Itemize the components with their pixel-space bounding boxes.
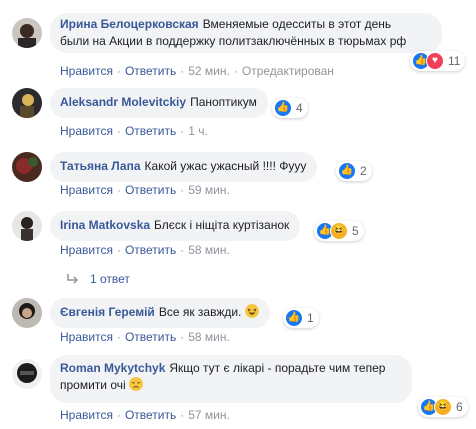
comment-bubble: Aleksandr Molevitckiy Паноптикум: [50, 88, 268, 118]
laughing-emoji: [244, 304, 259, 318]
separator: ·: [233, 64, 238, 78]
haha-icon: 😆: [434, 398, 452, 416]
reaction-summary[interactable]: 👍 2: [336, 161, 372, 181]
like-link[interactable]: Нравится: [60, 408, 113, 422]
comment-actions: Нравится · Ответить · 59 мин.: [60, 183, 230, 197]
comment-bubble: Ирина Белоцерковская Вменяемые одесситы в…: [50, 13, 442, 53]
reaction-count: 6: [456, 400, 463, 414]
separator: ·: [116, 408, 121, 422]
reaction-summary[interactable]: 👍 1: [283, 308, 319, 328]
comment-author[interactable]: Roman Mykytchyk: [60, 361, 165, 375]
reaction-count: 5: [352, 224, 359, 238]
avatar[interactable]: [12, 298, 42, 328]
comment-actions: Нравится · Ответить · 58 мин.: [60, 243, 230, 257]
reaction-count: 11: [448, 54, 461, 68]
comment-actions: Нравится · Ответить · 58 мин.: [60, 330, 230, 344]
comment-actions: Нравится · Ответить · 1 ч.: [60, 124, 208, 138]
separator: ·: [180, 330, 185, 344]
reaction-summary[interactable]: 👍 4: [272, 98, 308, 118]
separator: ·: [180, 243, 185, 257]
like-link[interactable]: Нравится: [60, 243, 113, 257]
timestamp[interactable]: 52 мин.: [188, 64, 230, 78]
disappointed-emoji: [129, 377, 144, 391]
comment-text-line2: были на Акции в поддержку политзаключённ…: [60, 34, 407, 48]
like-icon: 👍: [274, 99, 292, 117]
reaction-summary[interactable]: 👍 😆 6: [418, 397, 468, 417]
like-link[interactable]: Нравится: [60, 64, 113, 78]
reply-link[interactable]: Ответить: [125, 408, 176, 422]
like-link[interactable]: Нравится: [60, 124, 113, 138]
reaction-count: 1: [307, 311, 314, 325]
haha-icon: 😆: [330, 222, 348, 240]
timestamp[interactable]: 58 мин.: [188, 243, 230, 257]
avatar-image: [12, 18, 42, 48]
view-replies-link[interactable]: 1 ответ: [66, 272, 130, 286]
comment-text: Все як завжди.: [158, 305, 242, 319]
comment-text: Паноптикум: [190, 95, 257, 109]
comment-text: Вменяемые одесситы в этот день: [202, 17, 392, 31]
separator: ·: [180, 183, 185, 197]
separator: ·: [116, 64, 121, 78]
comment-text: Какой ужас ужасный !!!! Фууу: [144, 159, 307, 173]
timestamp[interactable]: 58 мин.: [188, 330, 230, 344]
avatar-image: [12, 88, 42, 118]
reaction-count: 4: [296, 101, 303, 115]
comment-author[interactable]: Ирина Белоцерковская: [60, 17, 199, 31]
comment-text-line2: промити очі: [60, 378, 126, 392]
separator: ·: [180, 408, 185, 422]
avatar-image: [12, 211, 42, 241]
comment-actions: Нравится · Ответить · 57 мин.: [60, 408, 230, 422]
timestamp[interactable]: 1 ч.: [188, 124, 208, 138]
reply-link[interactable]: Ответить: [125, 330, 176, 344]
reaction-count: 2: [360, 164, 367, 178]
reply-link[interactable]: Ответить: [125, 124, 176, 138]
avatar-image: [12, 152, 42, 182]
separator: ·: [180, 64, 185, 78]
edited-label[interactable]: Отредактирован: [242, 64, 334, 78]
like-link[interactable]: Нравится: [60, 330, 113, 344]
love-icon: ♥: [426, 52, 444, 70]
reply-link[interactable]: Ответить: [125, 243, 176, 257]
separator: ·: [116, 243, 121, 257]
avatar-image: [12, 359, 42, 389]
comment-bubble: Татьяна Лапа Какой ужас ужасный !!!! Фууу: [50, 152, 318, 182]
comment-bubble: Roman Mykytchyk Якщо тут є лікарі - порад…: [50, 355, 412, 403]
reply-link[interactable]: Ответить: [125, 183, 176, 197]
timestamp[interactable]: 57 мин.: [188, 408, 230, 422]
separator: ·: [116, 330, 121, 344]
comment-bubble: Євгенія Геремій Все як завжди.: [50, 298, 270, 328]
comment-author[interactable]: Татьяна Лапа: [60, 159, 141, 173]
avatar[interactable]: [12, 211, 42, 241]
separator: ·: [116, 183, 121, 197]
separator: ·: [116, 124, 121, 138]
avatar[interactable]: [12, 88, 42, 118]
comment-bubble: Irina Matkovska Блєск і ніщіта куртізанок: [50, 211, 301, 241]
like-icon: 👍: [285, 309, 303, 327]
separator: ·: [180, 124, 185, 138]
reply-arrow-icon: [67, 274, 79, 284]
like-icon: 👍: [338, 162, 356, 180]
comment-actions: Нравится · Ответить · 52 мин. · Отредактирован: [60, 64, 334, 78]
avatar[interactable]: [12, 152, 42, 182]
reaction-summary[interactable]: 👍 ♥ 11: [410, 51, 466, 71]
like-link[interactable]: Нравится: [60, 183, 113, 197]
comment-author[interactable]: Aleksandr Molevitckiy: [60, 95, 186, 109]
reaction-summary[interactable]: 👍 😆 5: [314, 221, 364, 241]
comment-text: Якщо тут є лікарі - порадьте чим тепер: [169, 361, 386, 375]
avatar[interactable]: [12, 18, 42, 48]
avatar-image: [12, 298, 42, 328]
comment-text: Блєск і ніщіта куртізанок: [154, 218, 290, 232]
replies-count-label[interactable]: 1 ответ: [90, 272, 130, 286]
comment-author[interactable]: Irina Matkovska: [60, 218, 150, 232]
timestamp[interactable]: 59 мин.: [188, 183, 230, 197]
comment-author[interactable]: Євгенія Геремій: [60, 305, 155, 319]
reply-link[interactable]: Ответить: [125, 64, 176, 78]
avatar[interactable]: [12, 359, 42, 389]
